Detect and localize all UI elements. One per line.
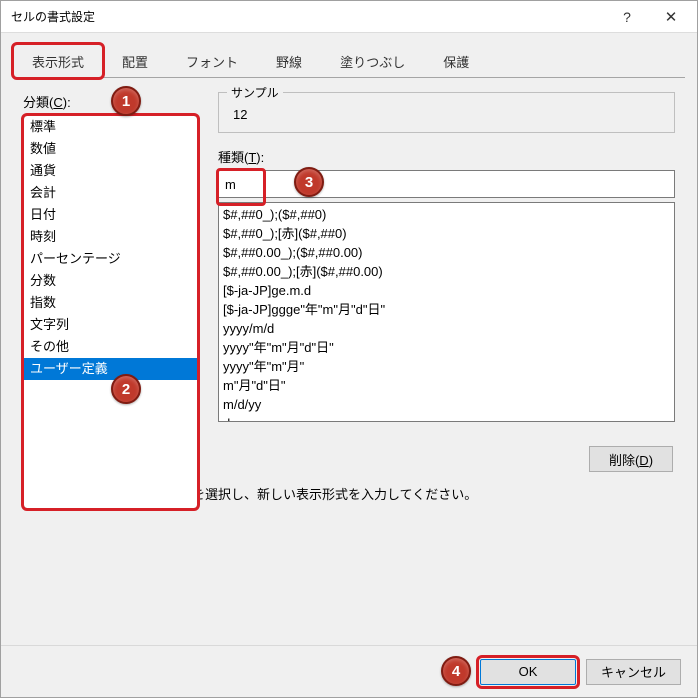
list-item[interactable]: $#,##0_);[赤]($#,##0) [223, 224, 670, 243]
list-item[interactable]: 日付 [24, 204, 197, 226]
sample-value: 12 [229, 101, 664, 122]
footer: 4 OK キャンセル [1, 645, 697, 697]
close-button[interactable]: ✕ [649, 2, 693, 32]
list-item[interactable]: yyyy"年"m"月"d"日" [223, 338, 670, 357]
list-item[interactable]: yyyy/m/d [223, 319, 670, 338]
format-listbox[interactable]: $#,##0_);($#,##0) $#,##0_);[赤]($#,##0) $… [218, 202, 675, 422]
type-label: 種類(T): [218, 147, 264, 166]
list-item[interactable]: 分数 [24, 270, 197, 292]
list-item[interactable]: $#,##0_);($#,##0) [223, 205, 670, 224]
cancel-button[interactable]: キャンセル [586, 659, 681, 685]
sample-label: サンプル [227, 84, 283, 101]
list-item[interactable]: 標準 [24, 116, 197, 138]
format-cells-dialog: セルの書式設定 ? ✕ 表示形式 配置 フォント 野線 塗りつぶし 保護 分類(… [0, 0, 698, 698]
tab-alignment[interactable]: 配置 [103, 44, 167, 78]
list-item[interactable]: パーセンテージ [24, 248, 197, 270]
tab-protection[interactable]: 保護 [424, 44, 488, 78]
list-item[interactable]: d-mmm-yy [223, 414, 670, 422]
delete-button[interactable]: 削除(D) [589, 446, 673, 472]
tab-border[interactable]: 野線 [257, 44, 321, 78]
list-item[interactable]: その他 [24, 336, 197, 358]
list-item[interactable]: $#,##0.00_);[赤]($#,##0.00) [223, 262, 670, 281]
tab-fill[interactable]: 塗りつぶし [321, 44, 424, 78]
tab-font[interactable]: フォント [167, 44, 257, 78]
type-input[interactable] [218, 170, 675, 198]
list-item[interactable]: 指数 [24, 292, 197, 314]
list-item[interactable]: m/d/yy [223, 395, 670, 414]
category-listbox[interactable]: 標準 数値 通貨 会計 日付 時刻 パーセンテージ 分数 指数 文字列 その他 … [23, 115, 198, 509]
sample-group: サンプル 12 [218, 92, 675, 133]
list-item[interactable]: 文字列 [24, 314, 197, 336]
right-column: サンプル 12 種類(T): 3 $#,##0_);($#,##0) $#,##… [218, 92, 675, 635]
dialog-title: セルの書式設定 [11, 8, 605, 25]
list-item[interactable]: 通貨 [24, 160, 197, 182]
category-label: 分類(C): [23, 92, 71, 111]
list-item[interactable]: yyyy"年"m"月" [223, 357, 670, 376]
list-item[interactable]: 会計 [24, 182, 197, 204]
list-item[interactable]: [$-ja-JP]ge.m.d [223, 281, 670, 300]
list-item[interactable]: [$-ja-JP]ggge"年"m"月"d"日" [223, 300, 670, 319]
left-column: 分類(C): 標準 数値 通貨 会計 日付 時刻 パーセンテージ 分数 指数 文… [23, 92, 198, 635]
tab-number-format[interactable]: 表示形式 [13, 44, 103, 78]
tabs: 表示形式 配置 フォント 野線 塗りつぶし 保護 [1, 33, 697, 77]
list-item[interactable]: $#,##0.00_);($#,##0.00) [223, 243, 670, 262]
list-item[interactable]: ユーザー定義 [24, 358, 197, 380]
callout-4: 4 [441, 656, 471, 686]
list-item[interactable]: 時刻 [24, 226, 197, 248]
titlebar: セルの書式設定 ? ✕ [1, 1, 697, 33]
help-button[interactable]: ? [605, 2, 649, 32]
content-area: 分類(C): 標準 数値 通貨 会計 日付 時刻 パーセンテージ 分数 指数 文… [1, 78, 697, 645]
list-item[interactable]: m"月"d"日" [223, 376, 670, 395]
ok-button[interactable]: OK [480, 659, 576, 685]
list-item[interactable]: 数値 [24, 138, 197, 160]
